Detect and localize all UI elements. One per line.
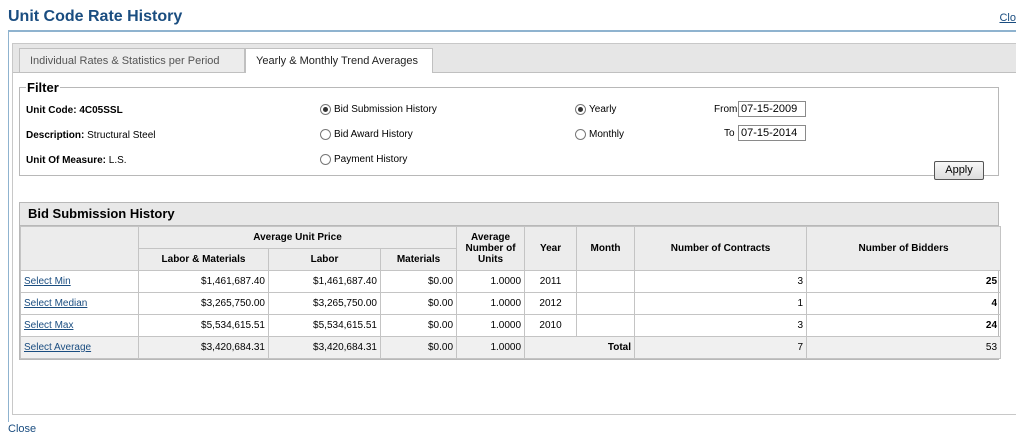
unit-code-row: Unit Code: 4C05SSL <box>26 105 123 116</box>
cell-year: 2011 <box>524 270 578 293</box>
radio-payment-label: Payment History <box>334 154 408 165</box>
cell-labor: $5,534,615.51 <box>268 314 381 337</box>
from-label: From <box>714 104 738 115</box>
description-value: Structural Steel <box>87 130 156 141</box>
cell-labor: $3,420,684.31 <box>268 336 381 359</box>
filter-group: Filter Unit Code: 4C05SSL Description: S… <box>19 80 999 176</box>
tab-panel: Individual Rates & Statistics per Period… <box>12 43 1016 415</box>
tab-individual-rates[interactable]: Individual Rates & Statistics per Period <box>19 48 245 72</box>
radio-monthly-label: Monthly <box>589 129 625 140</box>
cell-month <box>576 270 636 293</box>
cell-labor: $3,265,750.00 <box>268 292 381 315</box>
select-max-link[interactable]: Select Max <box>24 320 73 331</box>
to-date-input[interactable] <box>738 125 806 141</box>
cell-month <box>576 314 636 337</box>
cell-units: 1.0000 <box>456 314 526 337</box>
description-label: Description: <box>26 130 85 141</box>
header-avg-units: Average Number of Units <box>456 226 526 271</box>
cell-labor-materials: $1,461,687.40 <box>138 270 269 293</box>
cell-labor-materials: $3,420,684.31 <box>138 336 269 359</box>
radio-yearly[interactable]: Yearly <box>575 104 616 115</box>
apply-button[interactable]: Apply <box>934 161 984 180</box>
to-label: To <box>724 128 735 139</box>
uom-label: Unit Of Measure: <box>26 155 107 166</box>
cell-materials: $0.00 <box>379 292 458 315</box>
header-bidders: Number of Bidders <box>806 226 1002 271</box>
header-month: Month <box>576 226 636 271</box>
cell-units: 1.0000 <box>456 292 526 315</box>
header-labor-materials: Labor & Materials <box>138 248 269 271</box>
header-materials: Materials <box>379 248 458 271</box>
cell-contracts: 1 <box>634 292 808 315</box>
radio-bid-submission-label: Bid Submission History <box>334 104 437 115</box>
radio-checked-icon[interactable] <box>320 104 331 115</box>
cell-units: 1.0000 <box>456 270 526 293</box>
radio-monthly[interactable]: Monthly <box>575 129 624 140</box>
header-year: Year <box>524 226 578 271</box>
uom-row: Unit Of Measure: L.S. <box>26 155 127 166</box>
header-avg-unit-price: Average Unit Price <box>137 226 458 249</box>
cell-year: 2010 <box>524 314 578 337</box>
cell-total-label: Total <box>524 336 636 359</box>
cell-labor-materials: $5,534,615.51 <box>138 314 269 337</box>
select-min-link[interactable]: Select Min <box>24 276 71 287</box>
cell-contracts: 3 <box>634 270 808 293</box>
table-row-average: Select Average $3,420,684.31 $3,420,684.… <box>20 336 1002 359</box>
bid-history-grid: Bid Submission History Average Unit Pric… <box>19 202 1002 360</box>
title-divider <box>8 30 1016 32</box>
table-row: Select Max $5,534,615.51 $5,534,615.51 $… <box>20 314 1002 337</box>
cell-bidders: 24 <box>806 314 1002 337</box>
cell-contracts-total: 7 <box>634 336 808 359</box>
radio-bid-award-label: Bid Award History <box>334 129 413 140</box>
uom-value: L.S. <box>108 155 127 166</box>
radio-payment[interactable]: Payment History <box>320 154 407 165</box>
grid-caption: Bid Submission History <box>20 203 998 226</box>
cell-materials: $0.00 <box>379 270 458 293</box>
cell-bidders: 25 <box>806 270 1002 293</box>
table-row: Select Median $3,265,750.00 $3,265,750.0… <box>20 292 1002 315</box>
header-blank <box>20 226 139 271</box>
header-labor: Labor <box>268 248 381 271</box>
cell-labor: $1,461,687.40 <box>268 270 381 293</box>
radio-bid-award[interactable]: Bid Award History <box>320 129 413 140</box>
select-median-link[interactable]: Select Median <box>24 298 87 309</box>
cell-contracts: 3 <box>634 314 808 337</box>
cell-labor-materials: $3,265,750.00 <box>138 292 269 315</box>
radio-checked-icon[interactable] <box>575 104 586 115</box>
cell-materials: $0.00 <box>379 336 458 359</box>
radio-unchecked-icon[interactable] <box>575 129 586 140</box>
cell-units: 1.0000 <box>456 336 526 359</box>
cell-bidders: 4 <box>806 292 1002 315</box>
tab-trend-averages[interactable]: Yearly & Monthly Trend Averages <box>245 48 433 73</box>
window-left-border <box>8 30 9 422</box>
header-contracts: Number of Contracts <box>634 226 808 271</box>
filter-legend: Filter <box>27 80 59 95</box>
radio-unchecked-icon[interactable] <box>320 129 331 140</box>
unit-code-value: 4C05SSL <box>79 105 123 116</box>
cell-bidders-total: 53 <box>806 336 1002 359</box>
bid-history-table: Average Unit Price Average Number of Uni… <box>20 226 1002 359</box>
description-row: Description: Structural Steel <box>26 130 156 141</box>
radio-bid-submission[interactable]: Bid Submission History <box>320 104 437 115</box>
close-link-top[interactable]: Clo <box>999 12 1016 24</box>
tab-strip: Individual Rates & Statistics per Period… <box>13 44 1016 73</box>
close-link-bottom[interactable]: Close <box>8 423 36 435</box>
cell-materials: $0.00 <box>379 314 458 337</box>
page-title: Unit Code Rate History <box>8 8 183 25</box>
table-row: Select Min $1,461,687.40 $1,461,687.40 $… <box>20 270 1002 293</box>
select-average-link[interactable]: Select Average <box>24 342 91 353</box>
radio-unchecked-icon[interactable] <box>320 154 331 165</box>
radio-yearly-label: Yearly <box>589 104 617 115</box>
cell-year: 2012 <box>524 292 578 315</box>
from-date-input[interactable] <box>738 101 806 117</box>
unit-code-label: Unit Code: <box>26 105 77 116</box>
cell-month <box>576 292 636 315</box>
